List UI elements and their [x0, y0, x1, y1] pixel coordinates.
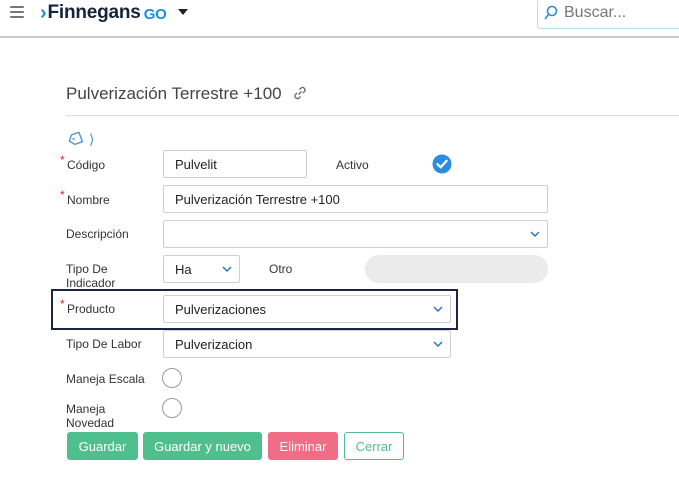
- tag-icon[interactable]: [67, 132, 83, 146]
- tipo-labor-label: Tipo De Labor: [66, 337, 142, 351]
- producto-select[interactable]: Pulverizaciones: [163, 295, 451, 323]
- descripcion-field[interactable]: [163, 220, 548, 248]
- eliminar-button[interactable]: Eliminar: [268, 432, 338, 460]
- cerrar-button[interactable]: Cerrar: [344, 432, 404, 460]
- tipo-indicador-label: Tipo De Indicador: [66, 262, 116, 290]
- chevron-down-icon[interactable]: [530, 231, 540, 238]
- tipo-indicador-value: Ha: [175, 261, 192, 277]
- caret-down-icon[interactable]: [178, 9, 188, 15]
- maneja-novedad-checkbox[interactable]: [162, 398, 182, 418]
- search-input[interactable]: [564, 2, 679, 24]
- activo-label: Activo: [336, 158, 369, 172]
- brand-suffix: GO: [143, 5, 167, 23]
- brand-logo[interactable]: › Finnegans GO: [40, 2, 167, 24]
- codigo-value: Pulvelit: [175, 156, 217, 172]
- tipo-labor-value: Pulverizacion: [175, 336, 253, 352]
- expand-chevron-icon[interactable]: ⟩: [89, 131, 94, 148]
- page-title: Pulverización Terrestre +100: [66, 84, 282, 103]
- required-marker: *: [60, 297, 65, 311]
- producto-label: Producto: [67, 302, 116, 316]
- tipo-labor-select[interactable]: Pulverizacion: [163, 330, 451, 358]
- guardar-y-nuevo-button[interactable]: Guardar y nuevo: [143, 432, 262, 460]
- nombre-field[interactable]: Pulverización Terrestre +100: [163, 185, 548, 213]
- chevron-down-icon[interactable]: [222, 266, 232, 273]
- activo-checkbox[interactable]: [432, 154, 452, 174]
- maneja-escala-label: Maneja Escala: [66, 372, 145, 386]
- nombre-label: Nombre: [67, 193, 110, 207]
- codigo-field[interactable]: Pulvelit: [163, 150, 307, 178]
- search-box[interactable]: [537, 0, 679, 29]
- nombre-value: Pulverización Terrestre +100: [175, 191, 340, 207]
- otro-label: Otro: [269, 262, 293, 276]
- otro-field[interactable]: [365, 255, 548, 283]
- chevron-down-icon[interactable]: [433, 306, 443, 313]
- guardar-button[interactable]: Guardar: [67, 432, 138, 460]
- brand-name: Finnegans: [47, 2, 141, 23]
- producto-value: Pulverizaciones: [175, 301, 267, 317]
- search-icon: [544, 5, 558, 20]
- title-divider: [66, 115, 679, 116]
- tipo-indicador-select[interactable]: Ha: [163, 255, 240, 283]
- maneja-novedad-label: Maneja Novedad: [66, 402, 115, 430]
- brand-chevron-icon: ›: [40, 1, 47, 24]
- link-icon[interactable]: [291, 84, 309, 102]
- menu-icon[interactable]: [10, 6, 24, 18]
- descripcion-label: Descripción: [66, 227, 129, 241]
- required-marker: *: [60, 153, 65, 167]
- top-bar: › Finnegans GO: [0, 0, 679, 38]
- chevron-down-icon[interactable]: [433, 341, 443, 348]
- codigo-label: Código: [67, 158, 106, 172]
- required-marker: *: [60, 188, 65, 202]
- maneja-escala-checkbox[interactable]: [162, 368, 182, 388]
